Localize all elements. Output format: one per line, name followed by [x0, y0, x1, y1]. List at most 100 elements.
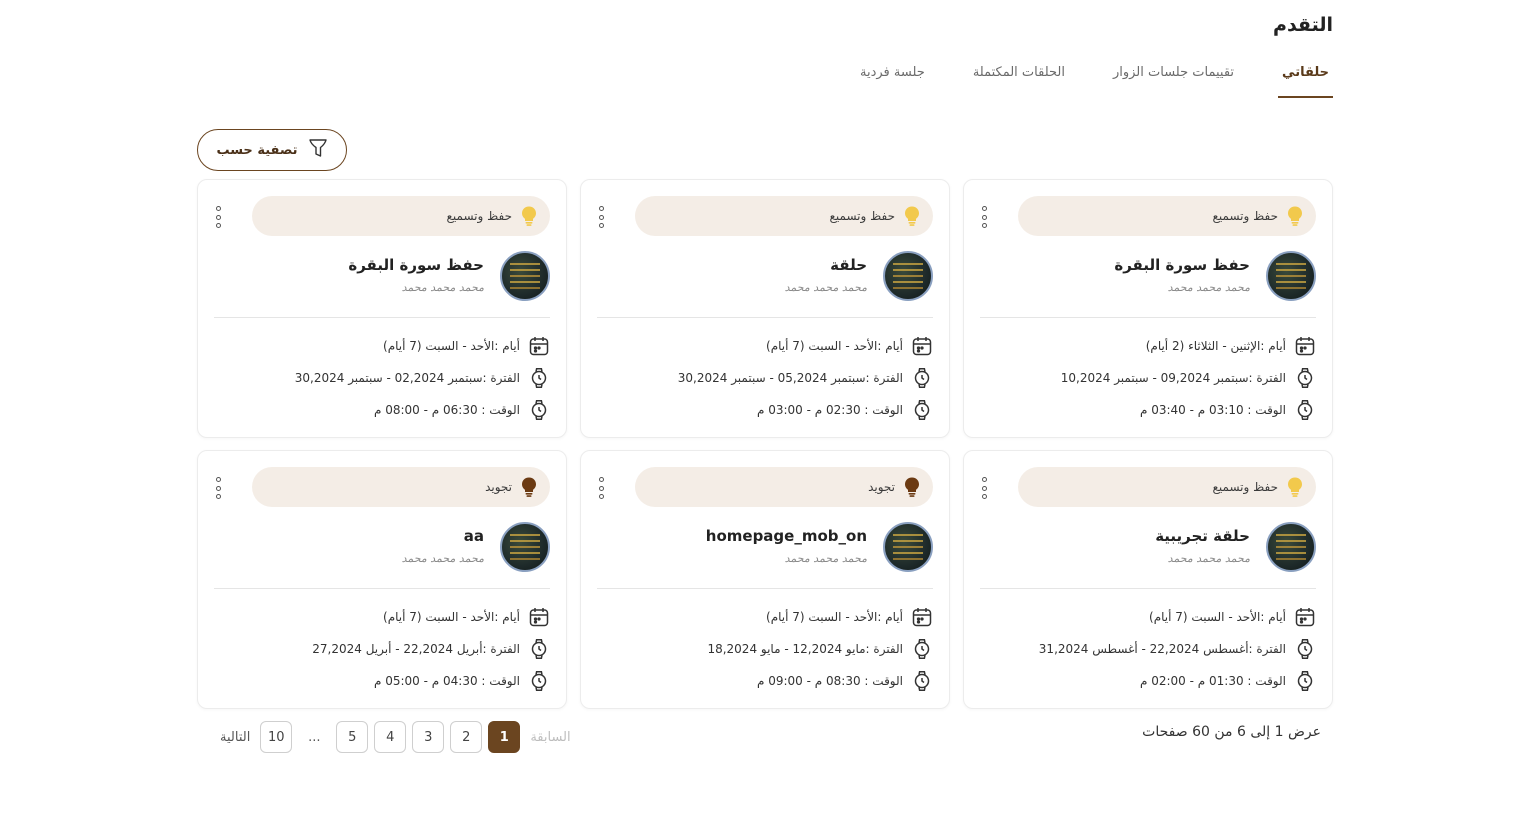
period-text: الفترة :سبتمبر 02,2024 - سبتمبر 30,2024 — [294, 371, 520, 385]
watch-icon — [1294, 670, 1316, 692]
more-options-icon[interactable] — [978, 206, 990, 228]
tab-individual-session[interactable]: جلسة فردية — [856, 58, 929, 98]
pagination-ellipsis: ... — [308, 729, 321, 745]
pagination-summary: عرض 1 إلى 6 من 60 صفحات — [1142, 724, 1321, 740]
category-tag: حفظ وتسميع — [635, 196, 933, 236]
watch-icon — [911, 638, 933, 660]
circle-card[interactable]: حفظ وتسميع حفظ سورة البقرة محمد محمد محمد أ… — [963, 179, 1333, 438]
watch-icon — [911, 367, 933, 389]
teacher-name: محمد محمد محمد — [1167, 281, 1250, 294]
circle-title[interactable]: حفظ سورة البقرة — [1114, 256, 1250, 274]
days-text: أيام :الأحد - السبت (7 أيام) — [766, 339, 903, 353]
time-text: الوقت : 03:10 م - 03:40 م — [1139, 403, 1286, 417]
more-options-icon[interactable] — [212, 477, 224, 499]
period-text: الفترة :مايو 12,2024 - مايو 18,2024 — [707, 642, 903, 656]
divider — [214, 317, 550, 318]
circles-grid: حفظ وتسميع حفظ سورة البقرة محمد محمد محمد أ… — [197, 179, 1333, 709]
page-5-button[interactable]: 5 — [336, 721, 369, 753]
calendar-icon — [911, 335, 933, 357]
time-text: الوقت : 02:30 م - 03:00 م — [756, 403, 903, 417]
page-2-button[interactable]: 2 — [450, 721, 483, 753]
time-row: الوقت : 01:30 م - 02:00 م — [1140, 670, 1316, 692]
teacher-name: محمد محمد محمد — [401, 281, 484, 294]
divider — [214, 588, 550, 589]
avatar — [883, 522, 933, 572]
category-label: تجويد — [485, 480, 512, 494]
circle-title[interactable]: حفظ سورة البقرة — [348, 256, 484, 274]
time-row: الوقت : 02:30 م - 03:00 م — [757, 399, 933, 421]
circle-card[interactable]: حفظ وتسميع حلقة تجريبية محمد محمد محمد أيام… — [963, 450, 1333, 709]
circle-card[interactable]: تجويد aa محمد محمد محمد أيام :الأحد - السبت… — [197, 450, 567, 709]
circle-card[interactable]: حفظ وتسميع حلقة محمد محمد محمد أيام :الأحد … — [580, 179, 950, 438]
days-row: أيام :الأحد - السبت (7 أيام) — [383, 606, 550, 628]
calendar-icon — [1294, 335, 1316, 357]
time-text: الوقت : 08:30 م - 09:00 م — [756, 674, 903, 688]
lightbulb-icon — [520, 205, 538, 227]
days-text: أيام :الأحد - السبت (7 أيام) — [1149, 610, 1286, 624]
days-text: أيام :الأحد - السبت (7 أيام) — [383, 610, 520, 624]
filter-button[interactable]: تصفية حسب — [197, 129, 347, 171]
watch-icon — [1294, 367, 1316, 389]
lightbulb-icon — [903, 476, 921, 498]
time-row: الوقت : 08:30 م - 09:00 م — [757, 670, 933, 692]
page-title: التقدم — [1273, 14, 1333, 36]
next-page-link[interactable]: التالية — [216, 730, 254, 745]
more-options-icon[interactable] — [595, 477, 607, 499]
more-options-icon[interactable] — [595, 206, 607, 228]
divider — [597, 317, 933, 318]
period-row: الفترة :أغسطس 22,2024 - أغسطس 31,2024 — [1039, 638, 1316, 660]
tab-my-circles[interactable]: حلقاتي — [1278, 58, 1333, 98]
circle-title[interactable]: homepage_mob_on — [706, 527, 867, 545]
page-last-button[interactable]: 10 — [260, 721, 293, 753]
lightbulb-icon — [520, 476, 538, 498]
category-tag: حفظ وتسميع — [1018, 467, 1316, 507]
period-text: الفترة :سبتمبر 05,2024 - سبتمبر 30,2024 — [677, 371, 903, 385]
page-1-button[interactable]: 1 — [488, 721, 521, 753]
circle-card[interactable]: تجويد homepage_mob_on محمد محمد محمد أيام :… — [580, 450, 950, 709]
teacher-name: محمد محمد محمد — [1167, 552, 1250, 565]
period-row: الفترة :سبتمبر 05,2024 - سبتمبر 30,2024 — [678, 367, 933, 389]
tabs: حلقاتي تقييمات جلسات الزوار الحلقات المك… — [856, 58, 1333, 98]
category-tag: حفظ وتسميع — [1018, 196, 1316, 236]
circle-card[interactable]: حفظ وتسميع حفظ سورة البقرة محمد محمد محمد أ… — [197, 179, 567, 438]
avatar — [500, 251, 550, 301]
circle-title[interactable]: aa — [464, 527, 484, 545]
page-3-button[interactable]: 3 — [412, 721, 445, 753]
teacher-name: محمد محمد محمد — [784, 281, 867, 294]
more-options-icon[interactable] — [978, 477, 990, 499]
circle-title[interactable]: حلقة تجريبية — [1155, 527, 1250, 545]
days-text: أيام :الأحد - السبت (7 أيام) — [766, 610, 903, 624]
days-row: أيام :الأحد - السبت (7 أيام) — [766, 335, 933, 357]
period-row: الفترة :أبريل 22,2024 - أبريل 27,2024 — [312, 638, 550, 660]
more-options-icon[interactable] — [212, 206, 224, 228]
category-label: حفظ وتسميع — [1212, 209, 1278, 223]
circle-title[interactable]: حلقة — [830, 256, 867, 274]
watch-icon — [1294, 399, 1316, 421]
category-label: حفظ وتسميع — [829, 209, 895, 223]
pagination: التالية 10 ... 5 4 3 2 1 السابقة — [216, 721, 575, 753]
avatar — [1266, 522, 1316, 572]
teacher-name: محمد محمد محمد — [784, 552, 867, 565]
avatar — [500, 522, 550, 572]
tab-completed-circles[interactable]: الحلقات المكتملة — [969, 58, 1069, 98]
watch-icon — [911, 670, 933, 692]
watch-icon — [1294, 638, 1316, 660]
calendar-icon — [1294, 606, 1316, 628]
teacher-name: محمد محمد محمد — [401, 552, 484, 565]
tab-visitor-ratings[interactable]: تقييمات جلسات الزوار — [1109, 58, 1238, 98]
page-4-button[interactable]: 4 — [374, 721, 407, 753]
calendar-icon — [911, 606, 933, 628]
filter-icon — [308, 137, 328, 163]
time-row: الوقت : 03:10 م - 03:40 م — [1140, 399, 1316, 421]
lightbulb-icon — [903, 205, 921, 227]
calendar-icon — [528, 335, 550, 357]
period-text: الفترة :أبريل 22,2024 - أبريل 27,2024 — [312, 642, 520, 656]
period-text: الفترة :سبتمبر 09,2024 - سبتمبر 10,2024 — [1060, 371, 1286, 385]
category-label: تجويد — [868, 480, 895, 494]
previous-page-link: السابقة — [530, 729, 571, 745]
days-row: أيام :الأحد - السبت (7 أيام) — [383, 335, 550, 357]
time-text: الوقت : 06:30 م - 08:00 م — [373, 403, 520, 417]
filter-label: تصفية حسب — [216, 142, 298, 158]
days-text: أيام :الإثنين - الثلاثاء (2 أيام) — [1145, 339, 1286, 353]
watch-icon — [528, 638, 550, 660]
